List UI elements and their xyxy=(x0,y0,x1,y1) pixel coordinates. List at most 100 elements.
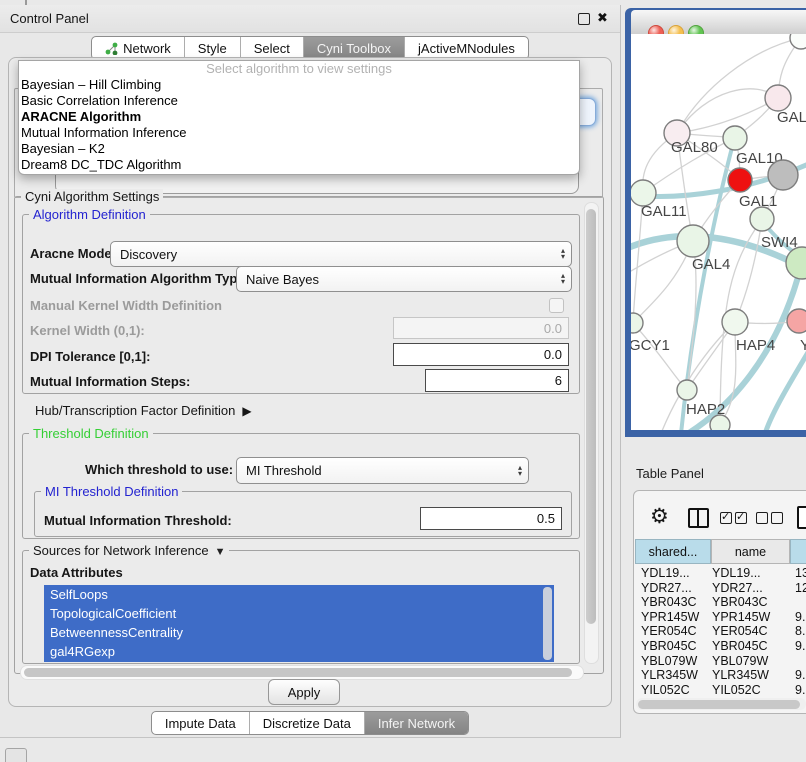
settings-hscrollbar-thumb[interactable] xyxy=(24,668,572,677)
bottom-tab-infer-network[interactable]: Infer Network xyxy=(365,712,468,734)
column-header-name[interactable]: name xyxy=(711,539,790,564)
control-panel-titlebar: Control Panel xyxy=(0,5,620,33)
network-node[interactable] xyxy=(768,160,798,190)
mi-type-combo[interactable]: Naive Bayes xyxy=(236,266,572,292)
attribute-item-betweennesscentrality[interactable]: BetweennessCentrality xyxy=(44,623,554,642)
table-cell[interactable]: YLR345W xyxy=(641,668,698,682)
settings-vscrollbar-track[interactable] xyxy=(584,202,599,664)
document-icon-partial[interactable] xyxy=(797,506,806,529)
which-threshold-combo[interactable]: MI Threshold xyxy=(236,457,529,484)
dropdown-item-mutual-information-inference[interactable]: Mutual Information Inference xyxy=(19,125,579,141)
dropdown-item-bayesian-hill-climbing[interactable]: Bayesian – Hill Climbing xyxy=(19,77,579,93)
tab-cyni-toolbox[interactable]: Cyni Toolbox xyxy=(304,37,405,59)
minimized-panel-button-partial[interactable] xyxy=(5,748,27,762)
table-cell[interactable]: YDL19... xyxy=(712,566,761,580)
table-cell[interactable]: 9. xyxy=(795,639,805,653)
table-cell[interactable]: YIL052C xyxy=(641,683,690,697)
mi-threshold-input[interactable] xyxy=(420,507,562,530)
table-cell[interactable]: YDR27... xyxy=(641,581,692,595)
dropdown-item-basic-correlation-inference[interactable]: Basic Correlation Inference xyxy=(19,93,579,109)
dpi-tolerance-input[interactable] xyxy=(393,343,569,366)
network-edge[interactable] xyxy=(735,219,762,322)
float-window-icon[interactable] xyxy=(578,13,590,25)
network-node-gal10[interactable] xyxy=(723,126,747,150)
network-node[interactable] xyxy=(710,415,730,430)
network-node-hap2[interactable] xyxy=(677,380,697,400)
table-cell[interactable]: YPR145W xyxy=(641,610,699,624)
network-canvas[interactable]: GALGAL80GAL10GAL1GAL11SWI4GAL4GCY1HAP4YH… xyxy=(631,34,806,430)
column-header-shared[interactable]: shared... xyxy=(635,539,711,564)
network-node-hap4[interactable] xyxy=(722,309,748,335)
table-hscrollbar-track[interactable] xyxy=(636,698,806,710)
attribute-item-selfloops[interactable]: SelfLoops xyxy=(44,585,554,604)
table-cell[interactable]: YDR27... xyxy=(712,581,763,595)
network-node[interactable] xyxy=(790,34,806,49)
table-cell[interactable]: YBR045C xyxy=(712,639,768,653)
bottom-tab-impute-data[interactable]: Impute Data xyxy=(152,712,250,734)
table-cell[interactable]: YBR043C xyxy=(641,595,697,609)
network-node-swi4[interactable] xyxy=(750,207,774,231)
tab-jactivemnodules[interactable]: jActiveMNodules xyxy=(405,37,528,59)
hub-definition-toggle[interactable]: Hub/Transcription Factor Definition xyxy=(35,403,252,418)
table-cell[interactable]: YLR345W xyxy=(712,668,769,682)
table-cell[interactable]: 9. xyxy=(795,610,805,624)
tab-network[interactable]: Network xyxy=(92,37,185,59)
table-cell[interactable]: YBL079W xyxy=(712,654,768,668)
dropdown-item-bayesian-k2[interactable]: Bayesian – K2 xyxy=(19,141,579,157)
bottom-tab-bar: Impute DataDiscretize DataInfer Network xyxy=(151,711,469,735)
tab-select[interactable]: Select xyxy=(241,37,304,59)
table-hscrollbar-thumb[interactable] xyxy=(638,700,800,709)
aracne-mode-combo[interactable]: Discovery xyxy=(110,241,572,267)
tab-style[interactable]: Style xyxy=(185,37,241,59)
table-cell[interactable]: YIL052C xyxy=(712,683,761,697)
attribute-item-topologicalcoefficient[interactable]: TopologicalCoefficient xyxy=(44,604,554,623)
sources-group-title[interactable]: Sources for Network Inference xyxy=(29,543,229,558)
node-label-gal11: GAL11 xyxy=(641,203,687,220)
dropdown-item-aracne-algorithm[interactable]: ARACNE Algorithm xyxy=(19,109,579,125)
table-cell[interactable]: 9. xyxy=(795,683,805,697)
table-cell[interactable]: YER054C xyxy=(641,624,697,638)
attr-list-scrollbar-thumb[interactable] xyxy=(543,587,552,660)
attribute-item-gal4rgexp[interactable]: gal4RGexp xyxy=(44,642,554,661)
manual-kernel-checkbox[interactable] xyxy=(549,298,564,313)
table-cell[interactable]: YDL19... xyxy=(641,566,690,580)
apply-button[interactable]: Apply xyxy=(268,679,340,705)
table-cell[interactable]: 8. xyxy=(795,624,805,638)
table-cell[interactable]: YBL079W xyxy=(641,654,697,668)
settings-vscrollbar-thumb[interactable] xyxy=(586,209,596,624)
dropdown-items: Bayesian – Hill ClimbingBasic Correlatio… xyxy=(19,77,579,173)
network-node-y[interactable] xyxy=(787,309,806,333)
network-window-titlebar[interactable] xyxy=(631,10,806,35)
column-header-partial[interactable] xyxy=(790,539,806,564)
mi-type-label: Mutual Information Algorithm Type: xyxy=(30,271,249,286)
bottom-tab-discretize-data[interactable]: Discretize Data xyxy=(250,712,365,734)
network-node-gal4[interactable] xyxy=(677,225,709,257)
table-cell[interactable]: 13 xyxy=(795,566,806,580)
algorithm-definition-title: Algorithm Definition xyxy=(29,207,150,222)
network-node[interactable] xyxy=(786,247,806,279)
dropdown-item-dream8-dc-tdc-algorithm[interactable]: Dream8 DC_TDC Algorithm xyxy=(19,157,579,173)
deselect-all-icon[interactable] xyxy=(756,512,783,524)
settings-hscrollbar-track[interactable] xyxy=(20,665,584,680)
gear-icon[interactable] xyxy=(650,504,669,529)
select-all-icon[interactable] xyxy=(720,512,747,524)
table-cell[interactable]: 12 xyxy=(795,581,806,595)
network-edge[interactable] xyxy=(677,98,778,133)
table-cell[interactable]: YBR043C xyxy=(712,595,768,609)
network-node-gcy1[interactable] xyxy=(631,313,643,333)
node-label-gcy1: GCY1 xyxy=(631,337,670,354)
stepper-icon xyxy=(512,465,528,477)
table-cell[interactable]: YPR145W xyxy=(712,610,770,624)
table-cell[interactable]: YER054C xyxy=(712,624,768,638)
network-node-gal[interactable] xyxy=(765,85,791,111)
kernel-width-input[interactable] xyxy=(393,317,569,339)
column-layout-icon[interactable] xyxy=(688,508,709,528)
data-attributes-list[interactable]: SelfLoopsTopologicalCoefficientBetweenne… xyxy=(44,585,554,662)
unchecked-box-icon xyxy=(771,512,783,524)
table-cell[interactable]: 9. xyxy=(795,668,805,682)
network-node-gal1[interactable] xyxy=(728,168,752,192)
table-cell[interactable]: YBR045C xyxy=(641,639,697,653)
mi-steps-input[interactable] xyxy=(425,369,569,392)
network-edge[interactable] xyxy=(633,323,687,390)
close-icon[interactable] xyxy=(597,10,608,26)
